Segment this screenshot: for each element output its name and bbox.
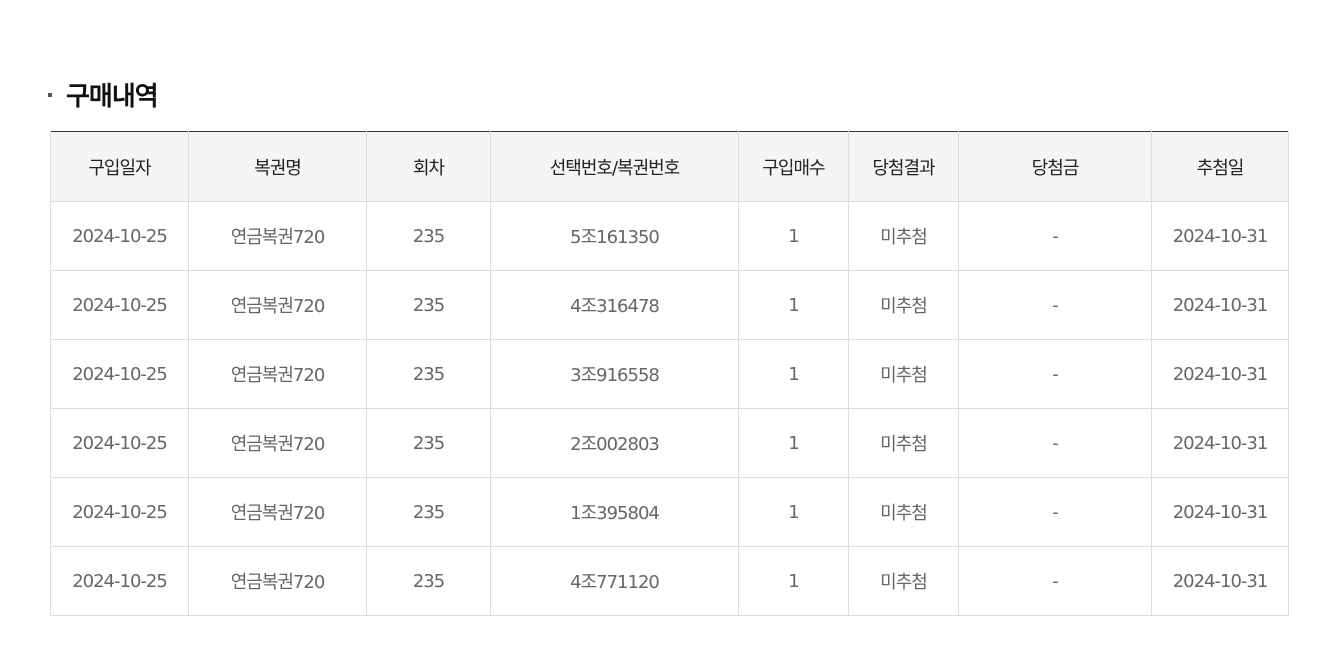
cell-draw-date: 2024-10-31 <box>1151 546 1289 616</box>
cell-round: 235 <box>366 339 491 409</box>
cell-selected-number: 4조316478 <box>490 270 739 340</box>
cell-quantity: 1 <box>738 339 849 409</box>
cell-quantity: 1 <box>738 546 849 616</box>
header-purchase-date: 구입일자 <box>50 131 189 202</box>
cell-purchase-date: 2024-10-25 <box>50 201 189 271</box>
cell-round: 235 <box>366 477 491 547</box>
table-row: 2024-10-25 연금복권720 235 3조916558 1 미추첨 - … <box>50 339 1289 409</box>
cell-prize: - <box>958 477 1152 547</box>
cell-quantity: 1 <box>738 477 849 547</box>
cell-round: 235 <box>366 408 491 478</box>
cell-round: 235 <box>366 201 491 271</box>
cell-draw-date: 2024-10-31 <box>1151 408 1289 478</box>
cell-selected-number: 3조916558 <box>490 339 739 409</box>
header-quantity: 구입매수 <box>738 131 849 202</box>
cell-result: 미추첨 <box>848 339 959 409</box>
cell-result: 미추첨 <box>848 201 959 271</box>
cell-selected-number: 4조771120 <box>490 546 739 616</box>
header-round: 회차 <box>366 131 491 202</box>
section-header: 구매내역 <box>48 76 159 112</box>
cell-lottery-name: 연금복권720 <box>188 477 367 547</box>
cell-lottery-name: 연금복권720 <box>188 408 367 478</box>
cell-prize: - <box>958 339 1152 409</box>
purchase-history-table-container: 구입일자 복권명 회차 선택번호/복권번호 구입매수 당첨결과 당첨금 추첨일 … <box>50 131 1289 616</box>
cell-prize: - <box>958 201 1152 271</box>
cell-purchase-date: 2024-10-25 <box>50 339 189 409</box>
cell-draw-date: 2024-10-31 <box>1151 201 1289 271</box>
cell-prize: - <box>958 408 1152 478</box>
cell-quantity: 1 <box>738 201 849 271</box>
cell-draw-date: 2024-10-31 <box>1151 270 1289 340</box>
cell-purchase-date: 2024-10-25 <box>50 408 189 478</box>
cell-purchase-date: 2024-10-25 <box>50 477 189 547</box>
cell-purchase-date: 2024-10-25 <box>50 270 189 340</box>
header-lottery-name: 복권명 <box>188 131 367 202</box>
cell-round: 235 <box>366 270 491 340</box>
cell-result: 미추첨 <box>848 408 959 478</box>
table-row: 2024-10-25 연금복권720 235 4조316478 1 미추첨 - … <box>50 270 1289 340</box>
cell-selected-number: 2조002803 <box>490 408 739 478</box>
cell-prize: - <box>958 546 1152 616</box>
cell-quantity: 1 <box>738 408 849 478</box>
cell-draw-date: 2024-10-31 <box>1151 339 1289 409</box>
cell-selected-number: 5조161350 <box>490 201 739 271</box>
cell-lottery-name: 연금복권720 <box>188 546 367 616</box>
cell-result: 미추첨 <box>848 270 959 340</box>
cell-lottery-name: 연금복권720 <box>188 270 367 340</box>
table-body: 2024-10-25 연금복권720 235 5조161350 1 미추첨 - … <box>50 201 1289 616</box>
table-row: 2024-10-25 연금복권720 235 5조161350 1 미추첨 - … <box>50 201 1289 271</box>
cell-result: 미추첨 <box>848 477 959 547</box>
header-selected-number: 선택번호/복권번호 <box>490 131 739 202</box>
cell-lottery-name: 연금복권720 <box>188 201 367 271</box>
table-header: 구입일자 복권명 회차 선택번호/복권번호 구입매수 당첨결과 당첨금 추첨일 <box>50 131 1289 202</box>
cell-draw-date: 2024-10-31 <box>1151 477 1289 547</box>
cell-selected-number: 1조395804 <box>490 477 739 547</box>
table-row: 2024-10-25 연금복권720 235 2조002803 1 미추첨 - … <box>50 408 1289 478</box>
cell-prize: - <box>958 270 1152 340</box>
cell-lottery-name: 연금복권720 <box>188 339 367 409</box>
cell-purchase-date: 2024-10-25 <box>50 546 189 616</box>
header-prize: 당첨금 <box>958 131 1152 202</box>
table-row: 2024-10-25 연금복권720 235 4조771120 1 미추첨 - … <box>50 546 1289 616</box>
cell-result: 미추첨 <box>848 546 959 616</box>
purchase-history-table: 구입일자 복권명 회차 선택번호/복권번호 구입매수 당첨결과 당첨금 추첨일 … <box>50 131 1289 616</box>
header-result: 당첨결과 <box>848 131 959 202</box>
header-row: 구입일자 복권명 회차 선택번호/복권번호 구입매수 당첨결과 당첨금 추첨일 <box>50 131 1289 202</box>
table-row: 2024-10-25 연금복권720 235 1조395804 1 미추첨 - … <box>50 477 1289 547</box>
title-bullet-icon <box>48 93 52 97</box>
cell-round: 235 <box>366 546 491 616</box>
section-title: 구매내역 <box>66 81 159 112</box>
header-draw-date: 추첨일 <box>1151 131 1289 202</box>
cell-quantity: 1 <box>738 270 849 340</box>
